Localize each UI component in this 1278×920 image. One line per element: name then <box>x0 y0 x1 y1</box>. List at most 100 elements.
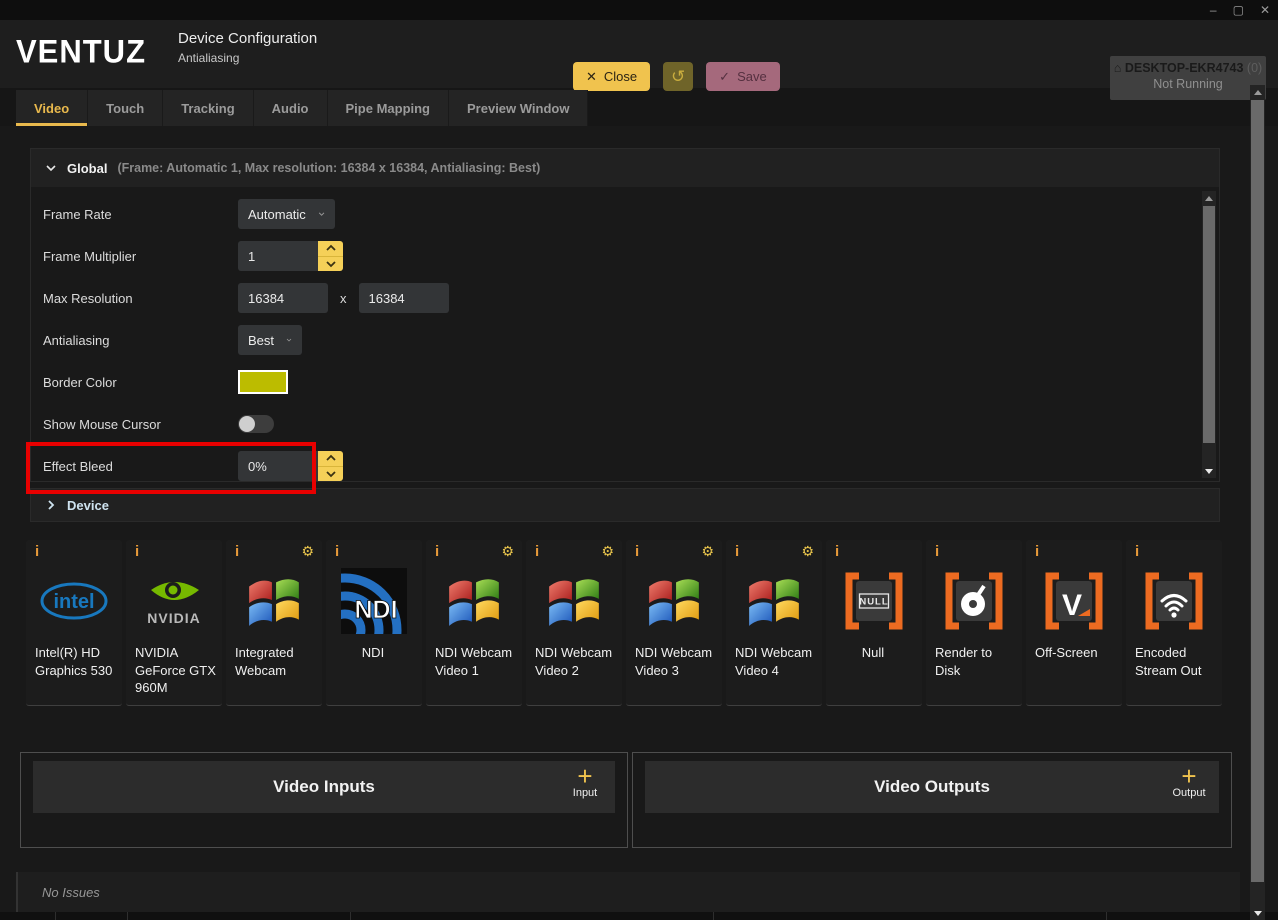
settings-gear-icon[interactable]: ⚙ <box>801 544 814 558</box>
info-icon[interactable]: i <box>35 544 39 559</box>
max-resolution-row: Max Resolution 16384 x 16384 <box>43 283 1219 313</box>
show-mouse-cursor-toggle[interactable] <box>238 415 274 433</box>
effect-bleed-stepper[interactable] <box>318 451 343 481</box>
frame-rate-dropdown[interactable]: Automatic <box>238 199 335 229</box>
frame-multiplier-label: Frame Multiplier <box>43 249 238 264</box>
video-outputs-panel: Video Outputs + Output <box>632 752 1232 848</box>
device-tile-nvidia-geforce[interactable]: i NVIDIA NVIDIA GeForce GTX 960M <box>126 540 222 706</box>
info-icon[interactable]: i <box>335 544 339 559</box>
frame-multiplier-row: Frame Multiplier 1 <box>43 241 1219 271</box>
device-label: NDI Webcam Video 3 <box>626 640 722 679</box>
window-maximize-button[interactable]: ▢ <box>1233 4 1244 16</box>
scroll-up-arrow[interactable] <box>1202 191 1216 205</box>
add-output-button[interactable]: + Output <box>1161 763 1217 799</box>
info-icon[interactable]: i <box>1035 544 1039 559</box>
device-tile-encoded-stream-out[interactable]: i Encoded Stream Out <box>1126 540 1222 706</box>
global-section-summary: (Frame: Automatic 1, Max resolution: 163… <box>117 161 540 175</box>
max-resolution-width-input[interactable]: 16384 <box>238 283 328 313</box>
intel-logo-icon: intel <box>26 562 122 640</box>
stepper-down-icon[interactable] <box>318 467 343 482</box>
global-settings-panel: Global (Frame: Automatic 1, Max resoluti… <box>30 148 1220 482</box>
info-icon[interactable]: i <box>935 544 939 559</box>
device-label: Null <box>826 640 922 662</box>
windows-logo-icon <box>226 562 322 640</box>
frame-multiplier-stepper[interactable] <box>318 241 343 271</box>
device-tile-ndi-webcam-2[interactable]: i⚙ NDI Webcam Video 2 <box>526 540 622 706</box>
stepper-up-icon[interactable] <box>318 451 343 467</box>
tab-bar: Video Touch Tracking Audio Pipe Mapping … <box>16 90 588 126</box>
tab-preview-window[interactable]: Preview Window <box>449 90 588 126</box>
global-panel-scrollbar[interactable] <box>1202 191 1216 478</box>
device-tile-ndi[interactable]: i NDI NDI <box>326 540 422 706</box>
tab-tracking[interactable]: Tracking <box>163 90 253 126</box>
ventuz-device-configuration-window: { "glyphs": { "info": "i", "gear": "⚙", … <box>0 0 1278 920</box>
stepper-down-icon[interactable] <box>318 257 343 272</box>
device-label: Off-Screen <box>1026 640 1122 662</box>
settings-gear-icon[interactable]: ⚙ <box>301 544 314 558</box>
scrollbar-thumb[interactable] <box>1251 100 1264 882</box>
device-tile-integrated-webcam[interactable]: i ⚙ Integrated Webcam <box>226 540 322 706</box>
settings-gear-icon[interactable]: ⚙ <box>701 544 714 558</box>
machine-status-panel[interactable]: ⌂ DESKTOP-EKR4743 (0) Not Running <box>1110 56 1266 100</box>
add-input-button[interactable]: + Input <box>557 763 613 799</box>
tab-touch[interactable]: Touch <box>88 90 163 126</box>
info-icon[interactable]: i <box>635 544 639 559</box>
info-icon[interactable]: i <box>1135 544 1139 559</box>
frame-rate-label: Frame Rate <box>43 207 238 222</box>
tab-pipe-mapping[interactable]: Pipe Mapping <box>328 90 450 126</box>
undo-button[interactable]: ↺ <box>663 62 693 91</box>
tab-video[interactable]: Video <box>16 90 88 126</box>
device-tile-ndi-webcam-4[interactable]: i⚙ NDI Webcam Video 4 <box>726 540 822 706</box>
window-minimize-button[interactable]: – <box>1210 4 1217 16</box>
home-icon: ⌂ <box>1114 61 1122 75</box>
device-tile-render-to-disk[interactable]: i Render to Disk <box>926 540 1022 706</box>
antialiasing-row: Antialiasing Best <box>43 325 1219 355</box>
device-label: Integrated Webcam <box>226 640 322 679</box>
device-tile-ndi-webcam-1[interactable]: i⚙ NDI Webcam Video 1 <box>426 540 522 706</box>
border-color-swatch[interactable] <box>238 370 288 394</box>
null-device-icon: NULL <box>826 562 922 640</box>
settings-gear-icon[interactable]: ⚙ <box>601 544 614 558</box>
device-tile-null[interactable]: i NULL Null <box>826 540 922 706</box>
machine-status: Not Running <box>1110 77 1266 91</box>
scroll-down-arrow[interactable] <box>1202 464 1216 478</box>
info-icon[interactable]: i <box>535 544 539 559</box>
os-titlebar: – ▢ ✕ <box>0 0 1278 20</box>
antialiasing-dropdown[interactable]: Best <box>238 325 302 355</box>
undo-icon: ↺ <box>671 67 685 87</box>
scroll-down-arrow[interactable] <box>1250 906 1265 920</box>
device-tile-off-screen[interactable]: i V Off-Screen <box>1026 540 1122 706</box>
info-icon[interactable]: i <box>135 544 139 559</box>
frame-multiplier-input[interactable]: 1 <box>238 241 318 271</box>
info-icon[interactable]: i <box>235 544 239 559</box>
stepper-up-icon[interactable] <box>318 241 343 257</box>
info-icon[interactable]: i <box>835 544 839 559</box>
main-scrollbar[interactable] <box>1250 85 1265 920</box>
windows-logo-icon <box>626 562 722 640</box>
info-icon[interactable]: i <box>435 544 439 559</box>
info-icon[interactable]: i <box>735 544 739 559</box>
device-section-header[interactable]: Device <box>30 488 1220 522</box>
scrollbar-thumb[interactable] <box>1203 206 1215 443</box>
device-tile-intel-hd-graphics[interactable]: i intel Intel(R) HD Graphics 530 <box>26 540 122 706</box>
close-button[interactable]: ✕ Close <box>573 62 650 91</box>
effect-bleed-input[interactable]: 0% <box>238 451 318 481</box>
chevron-down-icon <box>318 208 325 220</box>
settings-gear-icon[interactable]: ⚙ <box>501 544 514 558</box>
svg-text:NULL: NULL <box>859 597 888 608</box>
show-mouse-cursor-row: Show Mouse Cursor <box>43 409 1219 439</box>
window-close-button[interactable]: ✕ <box>1260 4 1270 16</box>
main-content: Global (Frame: Automatic 1, Max resoluti… <box>0 126 1278 920</box>
ventuz-logo: VENTUZ <box>16 33 146 71</box>
device-tile-ndi-webcam-3[interactable]: i ⚙ NDI Webcam Video 3 <box>626 540 722 706</box>
scroll-up-arrow[interactable] <box>1250 85 1265 99</box>
global-section-header[interactable]: Global (Frame: Automatic 1, Max resoluti… <box>31 149 1219 187</box>
tab-audio[interactable]: Audio <box>254 90 328 126</box>
border-color-label: Border Color <box>43 375 238 390</box>
global-section-title: Global <box>67 161 107 176</box>
svg-text:NVIDIA: NVIDIA <box>147 610 200 626</box>
max-resolution-height-input[interactable]: 16384 <box>359 283 449 313</box>
save-button[interactable]: ✓ Save <box>706 62 780 91</box>
video-inputs-title: Video Inputs <box>273 777 375 797</box>
chevron-right-icon <box>45 499 57 511</box>
